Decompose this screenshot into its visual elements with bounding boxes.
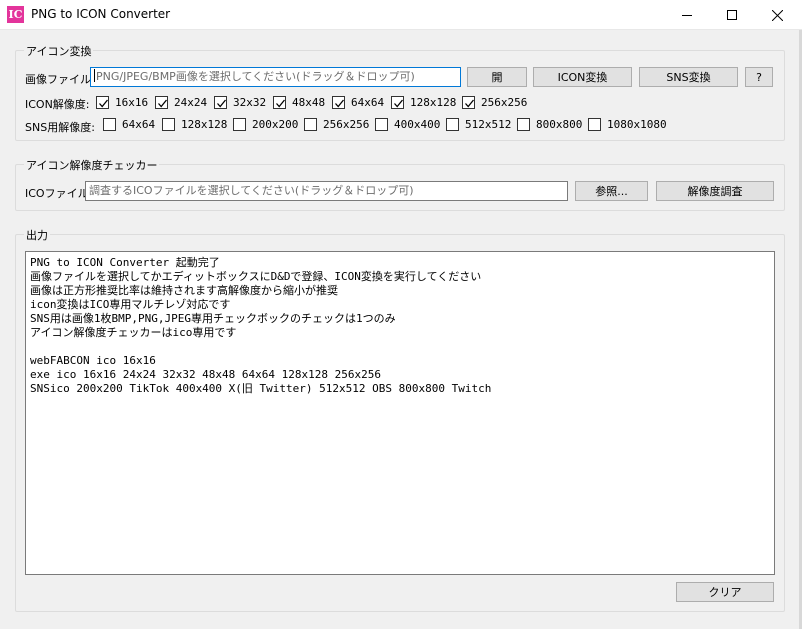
checker-group-label: アイコン解像度チェッカー bbox=[24, 157, 160, 173]
checkbox-48x48[interactable]: 48x48 bbox=[273, 96, 325, 109]
checkbox-empty-icon bbox=[304, 118, 317, 131]
open-button[interactable]: 開 bbox=[467, 67, 527, 87]
checkbox-empty-icon bbox=[446, 118, 459, 131]
output-line: PNG to ICON Converter 起動完了 bbox=[30, 256, 220, 269]
checkbox-checked-icon bbox=[273, 96, 286, 109]
checkbox-32x32[interactable]: 32x32 bbox=[214, 96, 266, 109]
checkbox-label: 16x16 bbox=[115, 96, 149, 109]
checkbox-200x200[interactable]: 200x200 bbox=[233, 118, 298, 131]
inspect-resolution-button[interactable]: 解像度調査 bbox=[656, 181, 774, 201]
checkbox-512x512[interactable]: 512x512 bbox=[446, 118, 511, 131]
checkbox-16x16[interactable]: 16x16 bbox=[96, 96, 148, 109]
checkbox-label: 1080x1080 bbox=[607, 118, 667, 131]
checkbox-128x128[interactable]: 128x128 bbox=[162, 118, 227, 131]
icon-convert-button[interactable]: ICON変換 bbox=[533, 67, 632, 87]
checkbox-label: 400x400 bbox=[394, 118, 441, 131]
output-line: アイコン解像度チェッカーはico専用です bbox=[30, 326, 237, 339]
icon-resolution-label: ICON解像度: bbox=[25, 98, 90, 111]
checkbox-label: 24x24 bbox=[174, 96, 208, 109]
output-line: icon変換はICO専用マルチレゾ対応です bbox=[30, 298, 231, 311]
checkbox-checked-icon bbox=[96, 96, 109, 109]
output-textarea[interactable]: PNG to ICON Converter 起動完了 画像ファイルを選択してかエデ… bbox=[25, 251, 775, 575]
output-line: webFABCON ico 16x16 bbox=[30, 354, 156, 367]
ico-file-input[interactable]: 調査するICOファイルを選択してください(ドラッグ＆ドロップ可) bbox=[85, 181, 568, 201]
checkbox-label: 48x48 bbox=[292, 96, 326, 109]
checkbox-checked-icon bbox=[332, 96, 345, 109]
ico-file-placeholder: 調査するICOファイルを選択してください(ドラッグ＆ドロップ可) bbox=[89, 184, 414, 197]
minimize-icon bbox=[682, 15, 692, 16]
image-file-placeholder: PNG/JPEG/BMP画像を選択してください(ドラッグ＆ドロップ可) bbox=[96, 70, 415, 83]
output-group-label: 出力 bbox=[24, 227, 50, 243]
checkbox-checked-icon bbox=[214, 96, 227, 109]
help-button[interactable]: ? bbox=[745, 67, 773, 87]
checkbox-checked-icon bbox=[391, 96, 404, 109]
maximize-icon bbox=[727, 10, 737, 20]
clear-button[interactable]: クリア bbox=[676, 582, 774, 602]
checkbox-label: 256x256 bbox=[323, 118, 370, 131]
checkbox-empty-icon bbox=[517, 118, 530, 131]
checkbox-empty-icon bbox=[375, 118, 388, 131]
checkbox-400x400[interactable]: 400x400 bbox=[375, 118, 440, 131]
checkbox-empty-icon bbox=[162, 118, 175, 131]
maximize-button[interactable] bbox=[709, 0, 755, 30]
close-icon bbox=[771, 9, 783, 21]
output-line: SNS用は画像1枚BMP,PNG,JPEG専用チェックボックのチェックは1つのみ bbox=[30, 312, 396, 325]
image-file-input[interactable]: PNG/JPEG/BMP画像を選択してください(ドラッグ＆ドロップ可) bbox=[90, 67, 461, 87]
checkbox-label: 128x128 bbox=[181, 118, 228, 131]
output-line: 画像ファイルを選択してかエディットボックスにD&Dで登録、ICON変換を実行して… bbox=[30, 270, 482, 283]
title-bar: IC PNG to ICON Converter bbox=[0, 0, 802, 30]
checkbox-1080x1080[interactable]: 1080x1080 bbox=[588, 118, 667, 131]
checkbox-label: 512x512 bbox=[465, 118, 512, 131]
output-line: SNSico 200x200 TikTok 400x400 X(旧 Twitte… bbox=[30, 382, 492, 395]
checkbox-128x128[interactable]: 128x128 bbox=[391, 96, 456, 109]
checkbox-label: 256x256 bbox=[481, 96, 528, 109]
checkbox-24x24[interactable]: 24x24 bbox=[155, 96, 207, 109]
checkbox-64x64[interactable]: 64x64 bbox=[332, 96, 384, 109]
checkbox-label: 200x200 bbox=[252, 118, 299, 131]
image-file-label: 画像ファイル: bbox=[25, 73, 95, 86]
app-icon: IC bbox=[7, 6, 24, 23]
checkbox-256x256[interactable]: 256x256 bbox=[462, 96, 527, 109]
checkbox-label: 128x128 bbox=[410, 96, 457, 109]
converter-group-label: アイコン変換 bbox=[24, 43, 94, 59]
output-line: exe ico 16x16 24x24 32x32 48x48 64x64 12… bbox=[30, 368, 381, 381]
window-title: PNG to ICON Converter bbox=[31, 7, 171, 21]
checkbox-256x256[interactable]: 256x256 bbox=[304, 118, 369, 131]
checkbox-checked-icon bbox=[155, 96, 168, 109]
checkbox-800x800[interactable]: 800x800 bbox=[517, 118, 582, 131]
checkbox-label: 32x32 bbox=[233, 96, 267, 109]
checkbox-empty-icon bbox=[233, 118, 246, 131]
text-caret bbox=[94, 69, 95, 82]
sns-convert-button[interactable]: SNS変換 bbox=[639, 67, 738, 87]
checkbox-label: 800x800 bbox=[536, 118, 583, 131]
checkbox-64x64[interactable]: 64x64 bbox=[103, 118, 155, 131]
sns-resolution-label: SNS用解像度: bbox=[25, 121, 95, 134]
checkbox-label: 64x64 bbox=[351, 96, 385, 109]
checkbox-empty-icon bbox=[588, 118, 601, 131]
checkbox-label: 64x64 bbox=[122, 118, 156, 131]
minimize-button[interactable] bbox=[664, 0, 710, 30]
browse-button[interactable]: 参照... bbox=[575, 181, 648, 201]
checkbox-empty-icon bbox=[103, 118, 116, 131]
output-line: 画像は正方形推奨比率は維持されます高解像度から縮小が推奨 bbox=[30, 284, 338, 297]
close-button[interactable] bbox=[754, 0, 800, 30]
ico-file-label: ICOファイル: bbox=[25, 187, 93, 200]
checkbox-checked-icon bbox=[462, 96, 475, 109]
